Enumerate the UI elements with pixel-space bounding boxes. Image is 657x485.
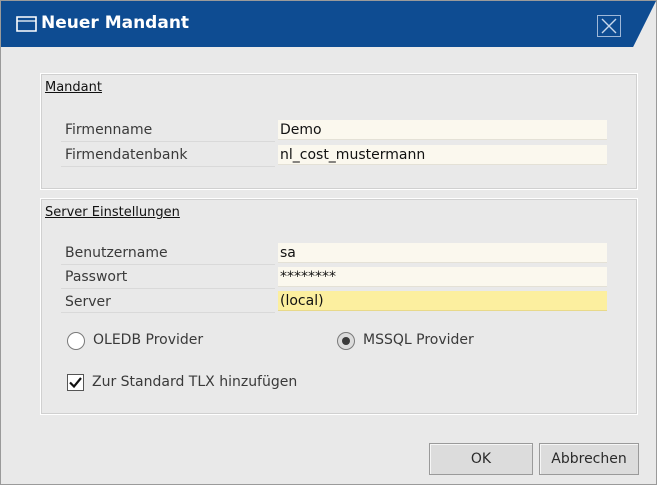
window-icon — [15, 14, 39, 34]
ok-button[interactable]: OK — [429, 443, 533, 475]
close-icon — [601, 18, 617, 34]
row-divider — [61, 166, 275, 167]
oledb-provider-label[interactable]: OLEDB Provider — [93, 332, 203, 348]
firmendatenbank-field[interactable]: nl_cost_mustermann — [278, 145, 607, 165]
firmendatenbank-label: Firmendatenbank — [65, 147, 188, 163]
row-divider — [61, 264, 275, 265]
row-divider — [61, 141, 275, 142]
standard-tlx-label[interactable]: Zur Standard TLX hinzufügen — [92, 374, 297, 390]
firmenname-label: Firmenname — [65, 122, 153, 138]
window-title: Neuer Mandant — [41, 13, 190, 33]
checkmark-icon — [69, 377, 82, 389]
oledb-provider-radio[interactable] — [67, 332, 85, 350]
new-client-dialog: Neuer Mandant Mandant Firmenname Demo Fi… — [0, 0, 657, 485]
standard-tlx-checkbox[interactable] — [67, 374, 84, 391]
passwort-label: Passwort — [65, 269, 128, 285]
passwort-field[interactable]: ******** — [278, 267, 607, 287]
server-field[interactable]: (local) — [278, 291, 607, 311]
server-settings-group-title: Server Einstellungen — [45, 205, 180, 220]
mssql-provider-radio[interactable] — [337, 332, 355, 350]
benutzername-label: Benutzername — [65, 245, 168, 261]
benutzername-field[interactable]: sa — [278, 243, 607, 263]
row-divider — [61, 288, 275, 289]
mandant-group-title: Mandant — [45, 80, 102, 95]
close-button[interactable] — [597, 15, 621, 37]
title-bar[interactable]: Neuer Mandant — [1, 1, 656, 47]
server-label: Server — [65, 294, 111, 310]
row-divider — [61, 312, 275, 313]
firmenname-field[interactable]: Demo — [278, 120, 607, 140]
cancel-button[interactable]: Abbrechen — [539, 443, 639, 475]
mssql-provider-label[interactable]: MSSQL Provider — [363, 332, 474, 348]
radio-selected-dot — [342, 337, 350, 345]
